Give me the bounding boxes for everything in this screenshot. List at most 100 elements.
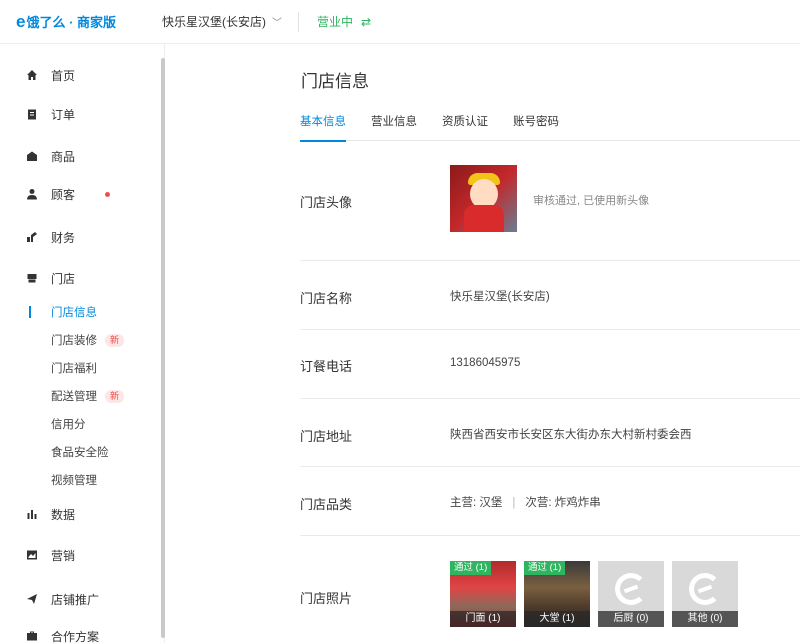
home-icon xyxy=(25,68,39,82)
new-badge: 新 xyxy=(105,389,125,403)
briefcase-icon xyxy=(25,629,39,643)
subitem-label: 门店信息 xyxy=(51,307,97,319)
sidebar-subitem-delivery[interactable]: 配送管理 新 xyxy=(0,385,160,407)
sidebar-item-store[interactable]: 门店 xyxy=(0,266,160,290)
sidebar-subitem-store-welfare[interactable]: 门店福利 xyxy=(0,357,160,379)
row-address: 门店地址 陕西省西安市长安区东大街办东大村新村委会西 xyxy=(300,399,800,467)
subitem-label: 门店福利 xyxy=(51,363,97,375)
row-label: 门店地址 xyxy=(300,429,353,444)
row-photos: 门店照片 通过 (1) 门面 (1) 通过 (1) 大堂 (1) 后厨 (0) … xyxy=(300,536,800,643)
photo-storefront[interactable]: 通过 (1) 门面 (1) xyxy=(450,561,516,627)
sidebar-item-label: 财务 xyxy=(51,230,76,245)
page-title: 门店信息 xyxy=(301,72,369,91)
sidebar-item-label: 数据 xyxy=(51,507,76,522)
row-label: 门店照片 xyxy=(300,591,353,606)
logo-mark: e xyxy=(16,11,26,31)
photo-caption: 门面 (1) xyxy=(450,611,516,627)
tab-account-password[interactable]: 账号密码 xyxy=(513,107,559,141)
subitem-label: 视频管理 xyxy=(51,475,97,487)
sidebar-item-cooperation[interactable]: 合作方案 xyxy=(0,624,160,643)
tab-qualification[interactable]: 资质认证 xyxy=(442,107,488,141)
sidebar-item-label: 商品 xyxy=(51,149,76,164)
sidebar-item-label: 订单 xyxy=(51,107,76,122)
main-content: 门店信息 基本信息 营业信息 资质认证 账号密码 门店头像 审核通过, 已使用新… xyxy=(166,45,800,643)
sidebar-item-data[interactable]: 数据 xyxy=(0,502,160,526)
photo-caption: 后厨 (0) xyxy=(598,611,664,627)
row-label: 门店名称 xyxy=(300,291,353,306)
bar-chart-icon xyxy=(25,507,39,521)
sidebar-item-label: 门店 xyxy=(51,271,76,286)
tab-business-info[interactable]: 营业信息 xyxy=(371,107,417,141)
sidebar-item-marketing[interactable]: 营销 xyxy=(0,543,160,567)
sidebar-item-label: 店铺推广 xyxy=(51,592,100,607)
divider: | xyxy=(512,497,516,509)
sidebar-subitem-credit[interactable]: 信用分 xyxy=(0,413,160,435)
business-status[interactable]: 营业中 ⇄ xyxy=(317,13,371,30)
subitem-label: 配送管理 xyxy=(51,391,97,403)
store-avatar[interactable] xyxy=(450,165,517,232)
finance-icon xyxy=(25,230,39,244)
sidebar-item-label: 营销 xyxy=(51,548,76,563)
swap-icon: ⇄ xyxy=(361,14,372,29)
sidebar-item-label: 合作方案 xyxy=(51,629,100,643)
sidebar-item-home[interactable]: 首页 xyxy=(0,63,160,87)
user-icon xyxy=(25,187,39,201)
tab-basic-info[interactable]: 基本信息 xyxy=(300,107,346,142)
row-avatar: 门店头像 审核通过, 已使用新头像 xyxy=(300,141,800,261)
sidebar-item-products[interactable]: 商品 xyxy=(0,144,160,168)
marketing-icon xyxy=(25,548,39,562)
address-value: 陕西省西安市长安区东大街办东大村新村委会西 xyxy=(450,429,692,441)
tab-bar: 基本信息 营业信息 资质认证 账号密码 xyxy=(300,107,800,142)
store-name-value: 快乐星汉堡(长安店) xyxy=(450,291,550,303)
status-text: 营业中 xyxy=(317,15,354,29)
main-category: 主营: 汉堡 xyxy=(450,497,503,509)
store-name: 快乐星汉堡(长安店) xyxy=(162,15,266,29)
pass-badge: 通过 (1) xyxy=(450,561,492,575)
category-value: 主营: 汉堡 | 次营: 炸鸡炸串 xyxy=(450,494,601,510)
sidebar-item-label: 顾客 xyxy=(51,187,76,202)
photo-caption: 大堂 (1) xyxy=(524,611,590,627)
send-icon xyxy=(25,592,39,606)
store-icon xyxy=(25,271,39,285)
store-selector[interactable]: 快乐星汉堡(长安店) ﹀ xyxy=(162,11,299,32)
sub-category: 次营: 炸鸡炸串 xyxy=(525,497,601,509)
sidebar-item-label: 首页 xyxy=(51,68,76,83)
photo-list: 通过 (1) 门面 (1) 通过 (1) 大堂 (1) 后厨 (0) 其他 (0… xyxy=(450,561,746,627)
eleme-logo-icon xyxy=(615,573,647,605)
row-category: 门店品类 主营: 汉堡 | 次营: 炸鸡炸串 xyxy=(300,467,800,536)
top-bar: e 饿了么 · 商家版 快乐星汉堡(长安店) ﹀ 营业中 ⇄ xyxy=(0,0,800,44)
logo-text: 饿了么 · 商家版 xyxy=(26,15,117,30)
sidebar-subitem-video[interactable]: 视频管理 xyxy=(0,469,160,491)
sidebar-item-promotion[interactable]: 店铺推广 xyxy=(0,587,160,611)
row-label: 订餐电话 xyxy=(300,359,353,374)
new-badge: 新 xyxy=(105,333,125,347)
row-store-name: 门店名称 快乐星汉堡(长安店) xyxy=(300,261,800,330)
subitem-label: 门店装修 xyxy=(51,335,97,347)
sidebar-subitem-food-insurance[interactable]: 食品安全险 xyxy=(0,441,160,463)
row-label: 门店头像 xyxy=(300,195,353,210)
avatar-body xyxy=(464,205,504,232)
clipboard-icon xyxy=(25,107,39,121)
pass-badge: 通过 (1) xyxy=(524,561,566,575)
sidebar-scrollbar[interactable] xyxy=(161,58,165,638)
phone-value: 13186045975 xyxy=(450,357,521,369)
row-label: 门店品类 xyxy=(300,497,353,512)
photo-kitchen[interactable]: 后厨 (0) xyxy=(598,561,664,627)
subitem-label: 信用分 xyxy=(51,419,86,431)
subitem-label: 食品安全险 xyxy=(51,447,109,459)
notification-dot xyxy=(105,191,111,197)
row-phone: 订餐电话 13186045975 xyxy=(300,330,800,399)
photo-other[interactable]: 其他 (0) xyxy=(672,561,738,627)
sidebar-item-customers[interactable]: 顾客 xyxy=(0,182,160,206)
sidebar-item-finance[interactable]: 财务 xyxy=(0,225,160,249)
eleme-logo-icon xyxy=(689,573,721,605)
sidebar-subitem-store-info[interactable]: 门店信息 xyxy=(0,301,160,323)
sidebar-subitem-store-decoration[interactable]: 门店装修 新 xyxy=(0,329,160,351)
photo-caption: 其他 (0) xyxy=(672,611,738,627)
photo-lobby[interactable]: 通过 (1) 大堂 (1) xyxy=(524,561,590,627)
sidebar: 首页 订单 商品 顾客 财务 门店 门店信息 门店装修 新 门店福利 配送管理 … xyxy=(0,44,165,643)
sidebar-item-orders[interactable]: 订单 xyxy=(0,102,160,126)
chevron-down-icon: ﹀ xyxy=(272,18,282,29)
avatar-review-note: 审核通过, 已使用新头像 xyxy=(533,195,650,207)
brand-logo[interactable]: e 饿了么 · 商家版 xyxy=(0,12,150,32)
